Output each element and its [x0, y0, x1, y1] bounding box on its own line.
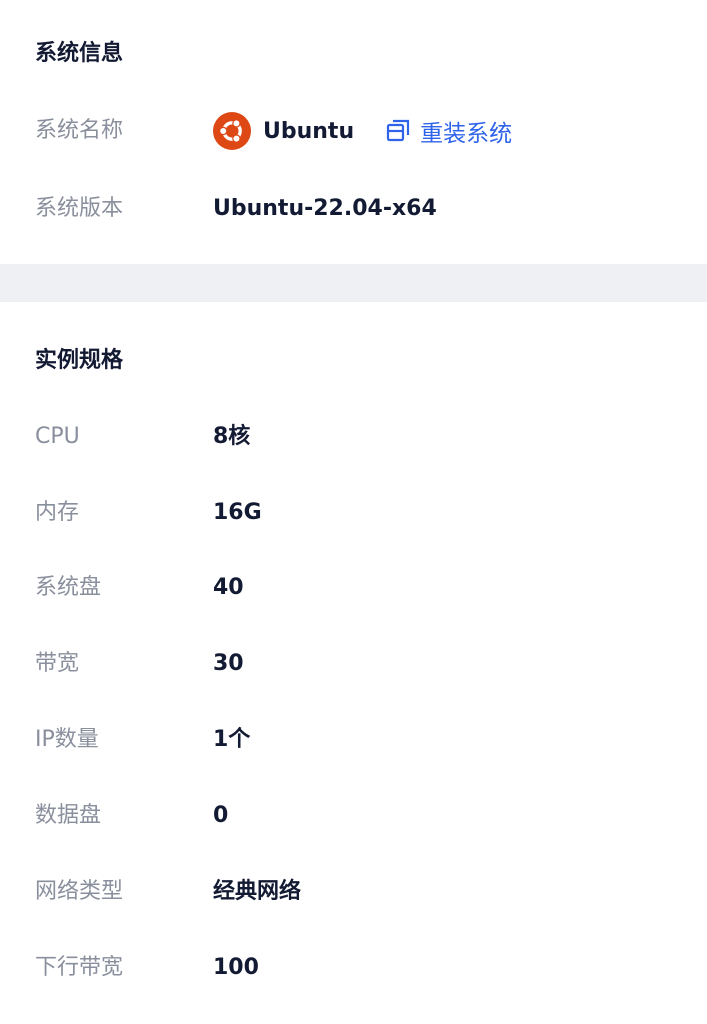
spec-value: 30 [213, 651, 244, 676]
os-name-label: 系统名称 [35, 118, 124, 143]
instance-spec-title: 实例规格 [35, 348, 124, 373]
spec-row-bandwidth: 带宽 30 [35, 644, 707, 684]
os-name-text: Ubuntu [263, 118, 355, 144]
spec-row-cpu: CPU 8核 [35, 417, 707, 457]
spec-row-downlink-bandwidth: 下行带宽 100 [35, 948, 707, 988]
spec-value: 0 [213, 803, 229, 828]
spec-value: 100 [213, 955, 259, 980]
os-version-value: Ubuntu-22.04-x64 [213, 196, 437, 221]
spec-value: 16G [213, 500, 262, 525]
spec-label: 系统盘 [35, 575, 102, 600]
spec-value: 经典网络 [213, 879, 302, 904]
section-divider [0, 264, 707, 302]
reinstall-label: 重装系统 [420, 121, 513, 147]
spec-label: CPU [35, 424, 80, 449]
spec-label: 数据盘 [35, 803, 102, 828]
spec-row-memory: 内存 16G [35, 493, 707, 533]
spec-label: IP数量 [35, 727, 99, 752]
spec-row-network-type: 网络类型 经典网络 [35, 872, 707, 912]
reinstall-system-button[interactable]: 重装系统 [386, 114, 512, 148]
os-version-label: 系统版本 [35, 196, 124, 221]
spec-row-data-disk: 数据盘 0 [35, 796, 707, 836]
system-info-section: 系统信息 系统名称 Ubuntu 重装系统 系统版本 Ubuntu-22.04-… [0, 0, 707, 264]
os-version-row: 系统版本 Ubuntu-22.04-x64 [35, 189, 707, 229]
spec-label: 内存 [35, 500, 80, 525]
spec-row-ip-count: IP数量 1个 [35, 720, 707, 760]
ubuntu-logo-icon [213, 112, 251, 150]
os-name-row: 系统名称 Ubuntu 重装系统 [35, 111, 707, 151]
spec-label: 带宽 [35, 651, 80, 676]
spec-value: 1个 [213, 727, 251, 752]
instance-spec-section: 实例规格 CPU 8核 内存 16G 系统盘 40 带宽 30 IP数量 1个 … [0, 302, 707, 1024]
system-info-title: 系统信息 [35, 41, 124, 66]
spec-value: 40 [213, 575, 244, 600]
spec-value: 8核 [213, 424, 251, 449]
reinstall-icon [386, 119, 410, 143]
os-name-value: Ubuntu 重装系统 [213, 112, 512, 150]
spec-row-system-disk: 系统盘 40 [35, 568, 707, 608]
spec-label: 网络类型 [35, 879, 124, 904]
spec-label: 下行带宽 [35, 955, 124, 980]
